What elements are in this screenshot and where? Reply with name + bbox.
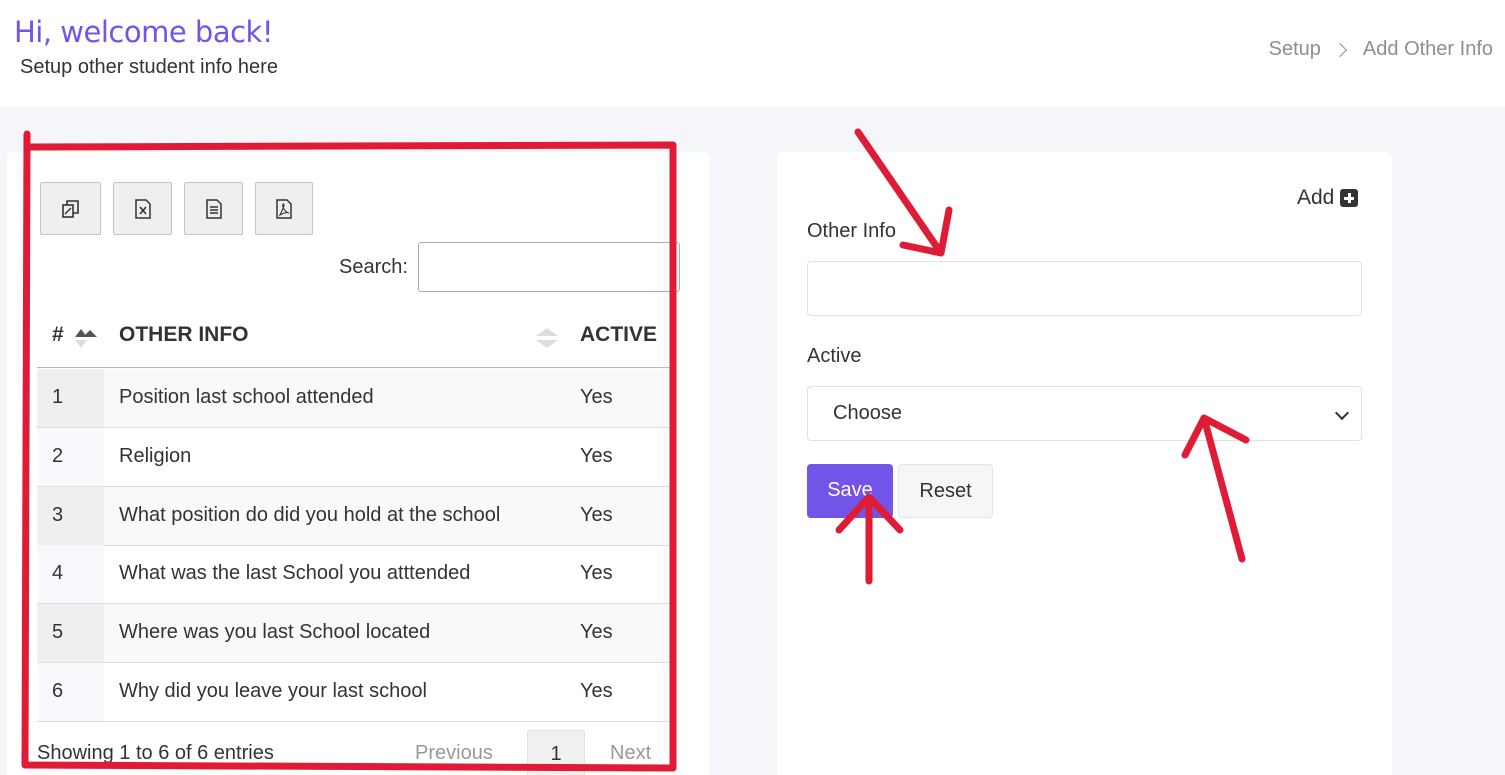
- breadcrumb-setup[interactable]: Setup: [1269, 38, 1321, 61]
- page-subtitle: Setup other student info here: [20, 56, 278, 78]
- row-number: 6: [52, 680, 64, 702]
- active-select-value: Choose: [833, 402, 902, 424]
- pagination-next[interactable]: Next: [610, 742, 651, 765]
- table-header: # OTHER INFO ACTIVE: [37, 305, 670, 368]
- row-active: Yes: [580, 445, 613, 467]
- add-button[interactable]: Add: [1297, 186, 1359, 210]
- row-active: Yes: [580, 562, 613, 584]
- add-label: Add: [1297, 186, 1335, 209]
- row-other-info: Where was you last School located: [119, 621, 431, 643]
- active-select[interactable]: Choose: [807, 386, 1362, 441]
- save-button[interactable]: Save: [807, 464, 893, 518]
- breadcrumb-current: Add Other Info: [1362, 38, 1493, 60]
- column-header-other-info[interactable]: OTHER INFO: [119, 323, 249, 347]
- excel-icon: [134, 198, 151, 219]
- row-number: 5: [52, 621, 64, 643]
- row-number: 3: [52, 504, 64, 526]
- table-info-text: Showing 1 to 6 of 6 entries: [37, 742, 274, 764]
- table-row[interactable]: 1 Position last school attended Yes: [37, 369, 670, 428]
- row-active: Yes: [580, 504, 613, 526]
- row-number: 4: [52, 562, 64, 584]
- plus-square-icon: [1340, 189, 1359, 207]
- row-other-info: Religion: [119, 445, 192, 467]
- copy-button[interactable]: [40, 182, 101, 235]
- breadcrumb: Setup Add Other Info: [1269, 38, 1493, 61]
- table-row[interactable]: 6 Why did you leave your last school Yes: [37, 663, 670, 722]
- pdf-export-button[interactable]: [255, 182, 313, 235]
- excel-export-button[interactable]: [113, 182, 172, 235]
- table-row[interactable]: 3 What position do did you hold at the s…: [37, 487, 670, 546]
- pagination-page-current[interactable]: 1: [527, 730, 585, 775]
- row-number: 2: [52, 445, 64, 467]
- column-header-number[interactable]: #: [52, 323, 64, 347]
- sort-ascending-icon[interactable]: [73, 326, 99, 350]
- row-other-info: Position last school attended: [119, 386, 374, 408]
- other-info-input[interactable]: [807, 261, 1362, 316]
- row-other-info: What position do did you hold at the sch…: [119, 504, 501, 526]
- table-row[interactable]: 5 Where was you last School located Yes: [37, 604, 670, 663]
- pdf-icon: [276, 198, 292, 219]
- search-label: Search:: [339, 256, 408, 278]
- row-active: Yes: [580, 386, 613, 408]
- csv-icon: [205, 198, 222, 219]
- table-row[interactable]: 4 What was the last School you atttended…: [37, 545, 670, 604]
- row-other-info: Why did you leave your last school: [119, 680, 427, 702]
- copy-icon: [61, 199, 79, 218]
- pagination-previous[interactable]: Previous: [415, 742, 493, 765]
- other-info-label: Other Info: [807, 220, 896, 242]
- table-row[interactable]: 2 Religion Yes: [37, 428, 670, 487]
- active-label: Active: [807, 345, 862, 367]
- search-input[interactable]: [418, 242, 680, 292]
- row-number: 1: [52, 386, 64, 408]
- chevron-down-icon: [1334, 405, 1350, 421]
- welcome-heading: Hi, welcome back!: [14, 15, 273, 49]
- chevron-right-icon: [1332, 42, 1347, 57]
- row-active: Yes: [580, 680, 613, 702]
- csv-export-button[interactable]: [184, 182, 243, 235]
- sort-both-icon[interactable]: [534, 325, 560, 351]
- column-header-active[interactable]: ACTIVE: [580, 323, 657, 347]
- row-other-info: What was the last School you atttended: [119, 562, 471, 584]
- reset-button[interactable]: Reset: [898, 464, 993, 518]
- row-active: Yes: [580, 621, 613, 643]
